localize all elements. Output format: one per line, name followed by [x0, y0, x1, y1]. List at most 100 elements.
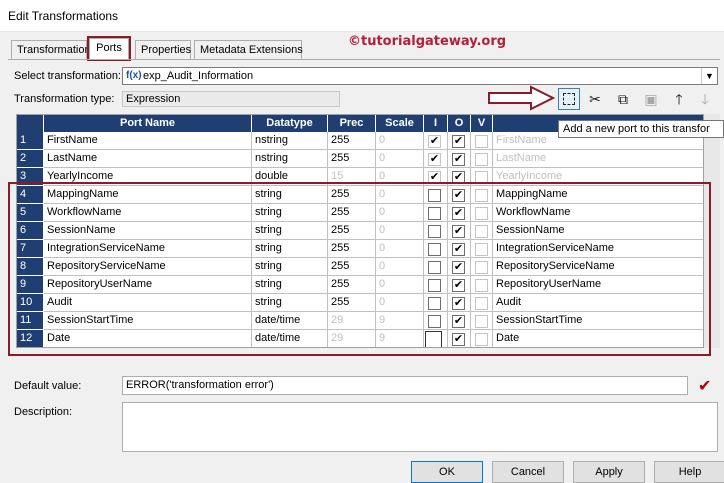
port-name-cell[interactable]: Audit: [44, 294, 252, 312]
prec-cell[interactable]: 15: [328, 168, 376, 186]
datatype-cell[interactable]: string: [252, 204, 328, 222]
scale-cell[interactable]: 0: [376, 294, 424, 312]
expression-cell[interactable]: Audit: [493, 294, 703, 312]
header-scale[interactable]: Scale: [376, 115, 424, 132]
input-checkbox[interactable]: ✔: [428, 153, 441, 166]
prec-cell[interactable]: 29: [328, 312, 376, 330]
paste-icon[interactable]: ▣: [640, 88, 662, 110]
variable-checkbox[interactable]: [475, 261, 488, 274]
header-variable[interactable]: V: [471, 115, 493, 132]
variable-checkbox[interactable]: [475, 315, 488, 328]
output-checkbox[interactable]: ✔: [452, 243, 465, 256]
variable-checkbox[interactable]: [475, 225, 488, 238]
expression-cell[interactable]: SessionName: [493, 222, 703, 240]
output-checkbox[interactable]: ✔: [452, 279, 465, 292]
ok-button[interactable]: OK: [411, 461, 483, 483]
output-checkbox[interactable]: ✔: [452, 333, 465, 346]
chevron-down-icon[interactable]: ▼: [701, 68, 717, 84]
table-row[interactable]: 8 RepositoryServiceName string 255 0 ✔ Reposit…: [17, 258, 703, 276]
port-name-cell[interactable]: YearlyIncome: [44, 168, 252, 186]
default-value-field[interactable]: ERROR('transformation error'): [122, 376, 688, 395]
table-row[interactable]: 11 SessionStartTime date/time 29 9 ✔ SessionSt…: [17, 312, 703, 330]
variable-checkbox[interactable]: [475, 153, 488, 166]
prec-cell[interactable]: 255: [328, 222, 376, 240]
port-name-cell[interactable]: WorkflowName: [44, 204, 252, 222]
port-name-cell[interactable]: SessionStartTime: [44, 312, 252, 330]
move-down-icon[interactable]: 🡓: [694, 88, 716, 110]
variable-checkbox[interactable]: [475, 279, 488, 292]
move-up-icon[interactable]: 🡑: [668, 88, 690, 110]
port-name-cell[interactable]: RepositoryServiceName: [44, 258, 252, 276]
scale-cell[interactable]: 0: [376, 168, 424, 186]
prec-cell[interactable]: 29: [328, 330, 376, 347]
header-port-name[interactable]: Port Name: [44, 115, 252, 132]
help-button[interactable]: Help: [654, 461, 724, 483]
datatype-cell[interactable]: string: [252, 240, 328, 258]
expression-cell[interactable]: LastName: [493, 150, 703, 168]
scale-cell[interactable]: 0: [376, 258, 424, 276]
scale-cell[interactable]: 0: [376, 276, 424, 294]
variable-checkbox[interactable]: [475, 243, 488, 256]
expression-cell[interactable]: IntegrationServiceName: [493, 240, 703, 258]
table-row[interactable]: 3 YearlyIncome double 15 0 ✔ ✔ YearlyIncome: [17, 168, 703, 186]
prec-cell[interactable]: 255: [328, 276, 376, 294]
table-row[interactable]: 12 Date date/time 29 9 ✔ Date: [17, 330, 703, 347]
datatype-cell[interactable]: nstring: [252, 150, 328, 168]
scale-cell[interactable]: 9: [376, 330, 424, 347]
expression-cell[interactable]: MappingName: [493, 186, 703, 204]
grid-scrollbar[interactable]: [704, 114, 720, 348]
scale-cell[interactable]: 0: [376, 186, 424, 204]
header-output[interactable]: O: [448, 115, 471, 132]
table-row[interactable]: 7 IntegrationServiceName string 255 0 ✔ Integr…: [17, 240, 703, 258]
port-name-cell[interactable]: RepositoryUserName: [44, 276, 252, 294]
header-prec[interactable]: Prec: [328, 115, 376, 132]
datatype-cell[interactable]: string: [252, 294, 328, 312]
expression-cell[interactable]: Date: [493, 330, 703, 347]
tab-metadata-extensions[interactable]: Metadata Extensions: [194, 40, 303, 60]
datatype-cell[interactable]: double: [252, 168, 328, 186]
output-checkbox[interactable]: ✔: [452, 153, 465, 166]
tab-transformation[interactable]: Transformation: [11, 40, 91, 60]
variable-checkbox[interactable]: [475, 333, 488, 346]
cancel-button[interactable]: Cancel: [492, 461, 564, 483]
table-row[interactable]: 4 MappingName string 255 0 ✔ MappingName: [17, 186, 703, 204]
table-row[interactable]: 2 LastName nstring 255 0 ✔ ✔ LastName: [17, 150, 703, 168]
table-row[interactable]: 5 WorkflowName string 255 0 ✔ WorkflowName: [17, 204, 703, 222]
input-checkbox[interactable]: [428, 189, 441, 202]
port-name-cell[interactable]: FirstName: [44, 132, 252, 150]
datatype-cell[interactable]: date/time: [252, 330, 328, 347]
new-port-icon[interactable]: [558, 88, 580, 110]
input-checkbox[interactable]: [428, 243, 441, 256]
table-row[interactable]: 10 Audit string 255 0 ✔ Audit: [17, 294, 703, 312]
variable-checkbox[interactable]: [475, 297, 488, 310]
variable-checkbox[interactable]: [475, 189, 488, 202]
input-checkbox[interactable]: [428, 297, 441, 310]
datatype-cell[interactable]: string: [252, 222, 328, 240]
output-checkbox[interactable]: ✔: [452, 189, 465, 202]
port-name-cell[interactable]: Date: [44, 330, 252, 347]
scale-cell[interactable]: 0: [376, 132, 424, 150]
tab-ports[interactable]: Ports: [89, 38, 129, 60]
tab-properties[interactable]: Properties: [135, 40, 191, 60]
output-checkbox[interactable]: ✔: [452, 261, 465, 274]
datatype-cell[interactable]: nstring: [252, 132, 328, 150]
scale-cell[interactable]: 0: [376, 150, 424, 168]
output-checkbox[interactable]: ✔: [452, 207, 465, 220]
output-checkbox[interactable]: ✔: [452, 225, 465, 238]
input-checkbox[interactable]: ✔: [428, 135, 441, 148]
variable-checkbox[interactable]: [475, 207, 488, 220]
expression-cell[interactable]: WorkflowName: [493, 204, 703, 222]
input-checkbox[interactable]: [428, 279, 441, 292]
cut-icon[interactable]: ✂: [584, 88, 606, 110]
prec-cell[interactable]: 255: [328, 150, 376, 168]
prec-cell[interactable]: 255: [328, 258, 376, 276]
variable-checkbox[interactable]: [475, 171, 488, 184]
scale-cell[interactable]: 0: [376, 240, 424, 258]
output-checkbox[interactable]: ✔: [452, 315, 465, 328]
header-datatype[interactable]: Datatype: [252, 115, 328, 132]
datatype-cell[interactable]: string: [252, 258, 328, 276]
copy-icon[interactable]: ⧉: [612, 88, 634, 110]
validate-check-icon[interactable]: ✔: [698, 376, 711, 396]
header-input[interactable]: I: [424, 115, 448, 132]
port-name-cell[interactable]: MappingName: [44, 186, 252, 204]
